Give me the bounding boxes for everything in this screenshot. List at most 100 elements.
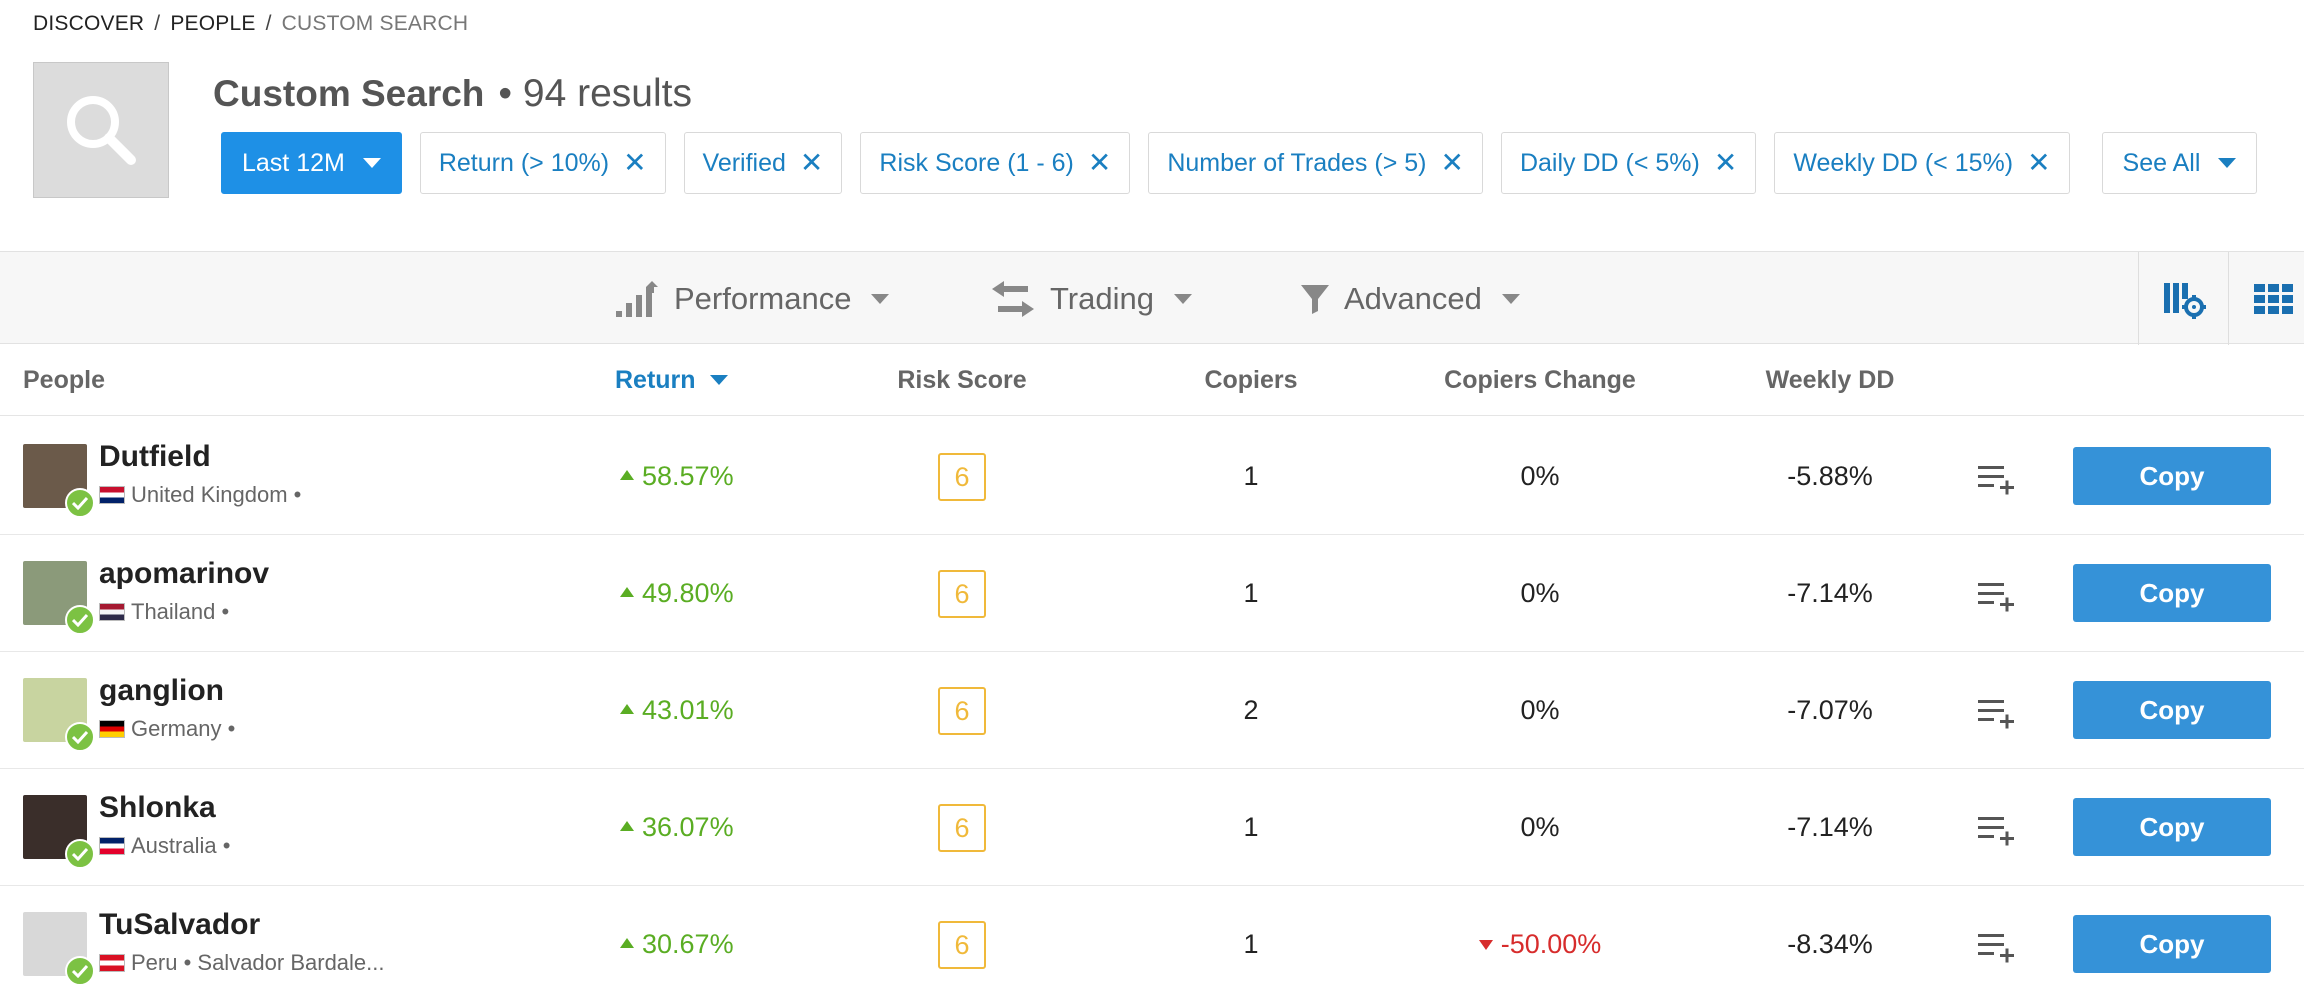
country-label: Germany • — [131, 716, 236, 741]
add-to-watchlist-button[interactable] — [1976, 575, 2016, 615]
close-icon[interactable]: ✕ — [2027, 149, 2050, 177]
bar-chart-icon — [616, 280, 658, 317]
filter-chip-number-of-trades[interactable]: Number of Trades (> 5) ✕ — [1148, 132, 1483, 194]
close-icon[interactable]: ✕ — [1714, 149, 1737, 177]
add-to-watchlist-icon — [1978, 466, 2014, 495]
add-to-watchlist-button[interactable] — [1976, 926, 2016, 966]
page-title: Custom Search • 94 results — [213, 72, 692, 116]
filter-chip-risk-score[interactable]: Risk Score (1 - 6) ✕ — [860, 132, 1131, 194]
avatar[interactable] — [23, 444, 95, 518]
verified-check-icon — [65, 956, 95, 986]
table-row: Dutfield United Kingdom • 58.57% 6 1 0% … — [0, 418, 2304, 535]
period-dropdown[interactable]: Last 12M — [221, 132, 402, 194]
avatar[interactable] — [23, 795, 95, 869]
grid-view-button[interactable] — [2228, 252, 2304, 345]
add-to-watchlist-button[interactable] — [1976, 692, 2016, 732]
add-to-watchlist-icon — [1978, 934, 2014, 963]
advanced-menu[interactable]: Advanced — [1300, 252, 1520, 345]
column-settings-button[interactable] — [2138, 252, 2228, 345]
breadcrumb-people[interactable]: PEOPLE — [170, 12, 255, 36]
copiers-change-text: -50.00% — [1500, 929, 1602, 959]
arrow-down-icon — [1478, 939, 1493, 950]
table-row: apomarinov Thailand • 49.80% 6 1 0% -7.1… — [0, 535, 2304, 652]
trader-country: Thailand • — [99, 599, 229, 625]
arrow-up-icon — [620, 586, 634, 597]
close-icon[interactable]: ✕ — [800, 149, 823, 177]
add-to-watchlist-icon — [1978, 817, 2014, 846]
chevron-down-icon — [362, 158, 381, 168]
close-icon[interactable]: ✕ — [623, 149, 646, 177]
column-header-risk-score[interactable]: Risk Score — [862, 344, 1062, 416]
column-header-copiers[interactable]: Copiers — [1151, 344, 1351, 416]
copy-button[interactable]: Copy — [2073, 564, 2271, 622]
add-to-watchlist-button[interactable] — [1976, 809, 2016, 849]
country-flag-icon — [99, 954, 125, 972]
add-to-watchlist-button[interactable] — [1976, 458, 2016, 498]
verified-check-icon — [65, 488, 95, 518]
column-header-people[interactable]: People — [23, 344, 105, 416]
copy-button[interactable]: Copy — [2073, 681, 2271, 739]
avatar[interactable] — [23, 561, 95, 635]
trader-name[interactable]: Shlonka — [99, 791, 216, 825]
copiers-change-value: 0% — [1400, 769, 1680, 886]
column-header-weekly-dd[interactable]: Weekly DD — [1720, 344, 1940, 416]
return-value: 58.57% — [620, 418, 734, 535]
add-to-watchlist-icon — [1978, 700, 2014, 729]
copiers-change-value: 0% — [1400, 535, 1680, 652]
filter-chip-weekly-dd[interactable]: Weekly DD (< 15%) ✕ — [1774, 132, 2070, 194]
close-icon[interactable]: ✕ — [1440, 149, 1463, 177]
trader-name[interactable]: apomarinov — [99, 557, 269, 591]
avatar[interactable] — [23, 912, 95, 986]
filter-chip-verified[interactable]: Verified ✕ — [683, 132, 843, 194]
see-all-label: See All — [2122, 148, 2201, 177]
filter-chip-daily-dd[interactable]: Daily DD (< 5%) ✕ — [1500, 132, 1757, 194]
weekly-dd-value: -8.34% — [1787, 929, 1873, 959]
performance-menu[interactable]: Performance — [614, 252, 890, 345]
country-label: Thailand • — [131, 599, 230, 624]
column-header-return-label: Return — [615, 365, 696, 394]
filter-chip-label: Return (> 10%) — [438, 148, 610, 177]
advanced-label: Advanced — [1344, 280, 1482, 316]
add-to-watchlist-icon — [1978, 583, 2014, 612]
risk-score-badge: 6 — [938, 453, 986, 501]
avatar[interactable] — [23, 678, 95, 752]
trader-country: United Kingdom • — [99, 482, 301, 508]
column-settings-icon — [2163, 282, 2206, 319]
arrow-up-icon — [620, 469, 634, 480]
filter-chip-label: Verified — [702, 148, 786, 177]
weekly-dd-value: -7.07% — [1787, 695, 1873, 725]
copiers-value: 1 — [1243, 461, 1259, 491]
return-text: 43.01% — [642, 695, 734, 725]
country-label: Peru • Salvador Bardale... — [131, 950, 385, 975]
column-header-copiers-change[interactable]: Copiers Change — [1400, 344, 1680, 416]
arrow-up-icon — [620, 703, 634, 714]
trading-label: Trading — [1050, 280, 1154, 316]
filter-chip-label: Daily DD (< 5%) — [1519, 148, 1700, 177]
trader-name[interactable]: Dutfield — [99, 440, 211, 474]
copy-button[interactable]: Copy — [2073, 915, 2271, 973]
filter-funnel-icon — [1301, 284, 1329, 314]
filter-chip-return[interactable]: Return (> 10%) ✕ — [419, 132, 666, 194]
column-header-return[interactable]: Return — [615, 344, 728, 416]
copiers-change-text: 0% — [1520, 461, 1560, 491]
filter-chip-label: Risk Score (1 - 6) — [879, 148, 1074, 177]
breadcrumb-separator: / — [154, 12, 161, 35]
return-text: 30.67% — [642, 929, 734, 959]
trader-name[interactable]: ganglion — [99, 674, 224, 708]
weekly-dd-value: -5.88% — [1787, 461, 1873, 491]
copiers-change-value: -50.00% — [1400, 886, 1680, 1002]
trader-country: Australia • — [99, 833, 230, 859]
results-count: • 94 results — [498, 72, 692, 115]
copy-button[interactable]: Copy — [2073, 798, 2271, 856]
close-icon[interactable]: ✕ — [1088, 149, 1111, 177]
trader-name[interactable]: TuSalvador — [99, 908, 260, 942]
chevron-down-icon — [2218, 158, 2237, 168]
copy-button[interactable]: Copy — [2073, 447, 2271, 505]
breadcrumb-discover[interactable]: DISCOVER — [33, 12, 144, 36]
return-value: 30.67% — [620, 886, 734, 1002]
arrow-up-icon — [620, 820, 634, 831]
see-all-button[interactable]: See All — [2101, 132, 2258, 194]
copiers-change-text: 0% — [1520, 812, 1560, 842]
trading-menu[interactable]: Trading — [990, 252, 1192, 345]
country-label: United Kingdom • — [131, 482, 302, 507]
